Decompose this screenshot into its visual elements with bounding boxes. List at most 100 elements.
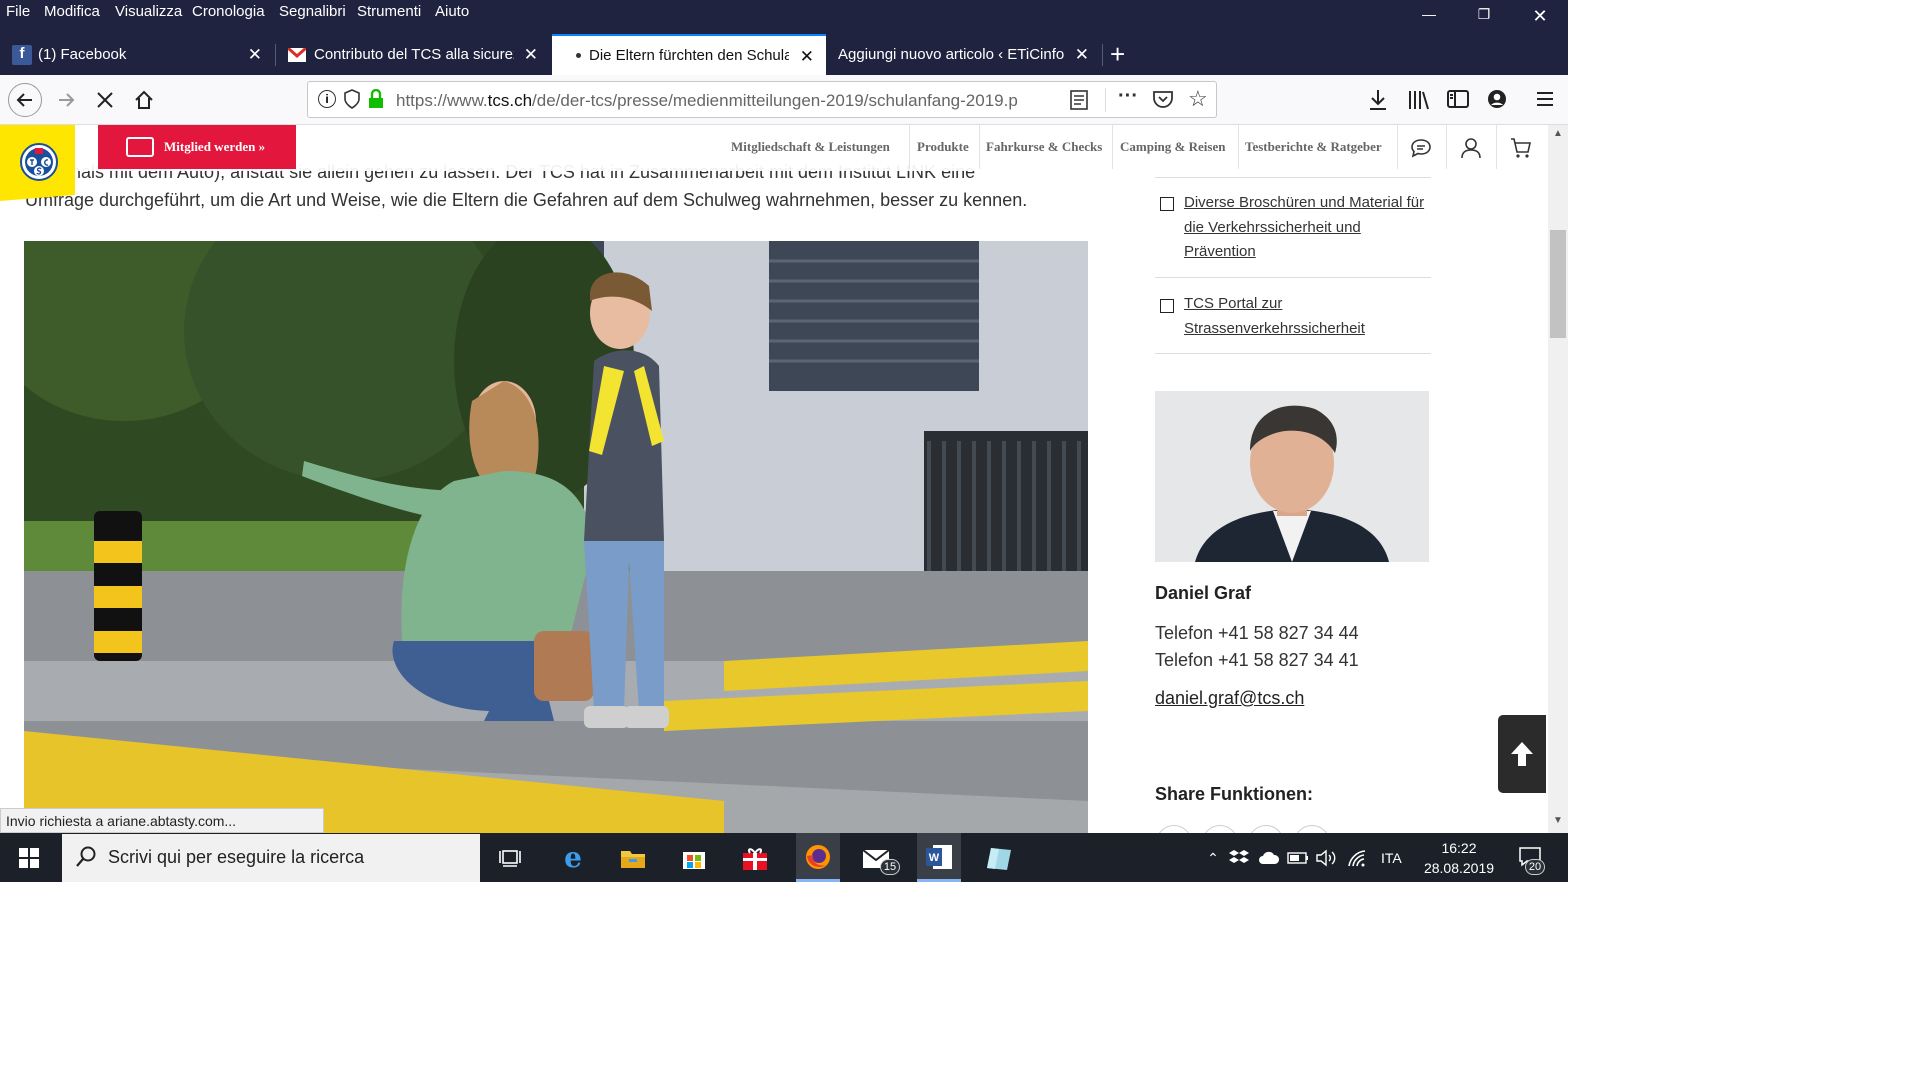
windows-taskbar: Scrivi qui per eseguire la ricerca e 15 …	[0, 833, 1568, 882]
navigation-toolbar: i https://www.tcs.ch/de/der-tcs/presse/m…	[0, 75, 1568, 125]
scroll-up-icon[interactable]: ▲	[1553, 128, 1563, 139]
share-button[interactable]	[1248, 825, 1284, 833]
link-brochures[interactable]: Diverse Broschüren und Material für die …	[1184, 191, 1432, 265]
mail-icon[interactable]: 15	[860, 841, 900, 875]
contact-phone[interactable]: Telefon +41 58 827 34 44	[1155, 623, 1359, 644]
url-prefix: https://www.	[396, 91, 488, 110]
scroll-down-icon[interactable]: ▼	[1553, 815, 1563, 826]
notification-badge: 20	[1525, 859, 1545, 875]
notifications-icon[interactable]: 20	[1513, 841, 1547, 875]
tab-eticinforma[interactable]: Aggiungi nuovo articolo ‹ ETiCinforma ✕	[826, 34, 1101, 75]
store-icon[interactable]	[677, 841, 711, 875]
tab-facebook[interactable]: f (1) Facebook ✕	[0, 34, 274, 75]
shield-icon[interactable]	[344, 89, 360, 114]
link-tcs-portal[interactable]: TCS Portal zur Strassenverkehrssicherhei…	[1184, 292, 1384, 341]
nav-camping[interactable]: Camping & Reisen	[1120, 139, 1225, 155]
nav-membership[interactable]: Mitgliedschaft & Leistungen	[731, 139, 890, 155]
gift-app-icon[interactable]	[738, 841, 772, 875]
contact-phone[interactable]: Telefon +41 58 827 34 41	[1155, 650, 1359, 671]
status-tooltip: Invio richiesta a ariane.abtasty.com...	[0, 808, 324, 833]
article-hero-image	[24, 241, 1088, 833]
share-button[interactable]	[1156, 825, 1192, 833]
tcs-logo[interactable]	[0, 125, 75, 201]
file-explorer-icon[interactable]	[616, 841, 650, 875]
lock-icon[interactable]	[368, 88, 384, 114]
mail-badge: 15	[880, 859, 900, 875]
more-actions-icon[interactable]: ···	[1118, 85, 1138, 108]
url-path: /de/der-tcs/presse/medienmitteilungen-20…	[532, 91, 1018, 110]
url-bar[interactable]: i https://www.tcs.ch/de/der-tcs/presse/m…	[307, 81, 1217, 118]
task-view-icon[interactable]	[493, 841, 527, 875]
home-icon[interactable]	[128, 84, 160, 116]
download-icon[interactable]	[1368, 89, 1388, 116]
back-to-top-button[interactable]	[1498, 715, 1546, 793]
tab-title: Aggiungi nuovo articolo ‹ ETiCinforma	[838, 46, 1064, 63]
member-button-label: Mitglied werden »	[164, 139, 266, 154]
tab-title: Die Eltern fürchten den Schulanfang	[589, 47, 789, 64]
chat-icon[interactable]	[1406, 133, 1436, 163]
minimize-button[interactable]: —	[1414, 6, 1444, 28]
language-indicator[interactable]: ITA	[1381, 850, 1402, 866]
contact-name: Daniel Graf	[1155, 583, 1252, 603]
new-tab-icon[interactable]: +	[1110, 39, 1125, 70]
stop-loading-icon[interactable]	[89, 84, 121, 116]
bookmark-star-icon[interactable]: ☆	[1188, 86, 1208, 112]
volume-icon[interactable]	[1310, 841, 1344, 875]
menu-tools[interactable]: Strumenti	[357, 3, 421, 20]
reader-view-icon[interactable]	[1070, 90, 1088, 115]
contact-photo	[1155, 391, 1429, 562]
external-link-icon	[1160, 299, 1174, 313]
firefox-icon[interactable]	[796, 833, 840, 882]
url-domain: tcs.ch	[487, 91, 533, 110]
share-button[interactable]	[1294, 825, 1330, 833]
back-button[interactable]	[8, 83, 42, 117]
windows-start-icon[interactable]	[12, 841, 46, 875]
taskbar-clock[interactable]: 16:22 28.08.2019	[1420, 838, 1498, 878]
close-icon[interactable]: ✕	[1075, 45, 1089, 65]
menu-edit[interactable]: Modifica	[44, 3, 100, 20]
scroll-thumb[interactable]	[1550, 230, 1566, 338]
contact-email-link[interactable]: daniel.graf@tcs.ch	[1155, 688, 1304, 709]
menu-help[interactable]: Aiuto	[435, 3, 469, 20]
nav-products[interactable]: Produkte	[917, 139, 969, 155]
vertical-scrollbar[interactable]: ▲ ▼	[1548, 125, 1568, 833]
menu-bookmarks[interactable]: Segnalibri	[279, 3, 346, 20]
member-card-icon	[126, 137, 154, 157]
facebook-icon: f	[12, 44, 32, 65]
become-member-button[interactable]: Mitglied werden »	[98, 125, 296, 169]
taskbar-search-input[interactable]: Scrivi qui per eseguire la ricerca	[62, 834, 480, 882]
menu-view[interactable]: Visualizza	[115, 3, 182, 20]
library-icon[interactable]	[1408, 89, 1430, 116]
tab-bar: f (1) Facebook ✕ Contributo del TCS alla…	[0, 34, 1568, 75]
share-heading: Share Funktionen:	[1155, 784, 1314, 804]
dropbox-icon[interactable]	[1222, 841, 1256, 875]
menu-file[interactable]: File	[6, 3, 30, 20]
word-icon[interactable]: W	[917, 833, 961, 882]
nav-tests[interactable]: Testberichte & Ratgeber	[1245, 139, 1382, 155]
site-header: Mitglied werden » Mitgliedschaft & Leist…	[0, 125, 1548, 171]
info-icon[interactable]: i	[318, 90, 336, 108]
account-icon[interactable]	[1487, 89, 1507, 114]
sidebar-toggle-icon[interactable]	[1447, 89, 1469, 114]
restore-button[interactable]: ❐	[1469, 6, 1499, 28]
glass-app-icon[interactable]	[982, 841, 1016, 875]
close-icon[interactable]: ✕	[800, 47, 814, 67]
close-window-button[interactable]: ✕	[1525, 6, 1555, 28]
search-icon	[76, 846, 96, 873]
forward-button[interactable]	[50, 84, 82, 116]
pocket-icon[interactable]	[1153, 90, 1173, 113]
nav-driving-courses[interactable]: Fahrkurse & Checks	[986, 139, 1102, 155]
wifi-icon[interactable]	[1341, 841, 1375, 875]
url-text[interactable]: https://www.tcs.ch/de/der-tcs/presse/med…	[396, 91, 1026, 111]
user-icon[interactable]	[1456, 133, 1486, 163]
cart-icon[interactable]	[1506, 133, 1536, 163]
close-icon[interactable]: ✕	[248, 45, 262, 65]
menu-history[interactable]: Cronologia	[192, 3, 265, 20]
share-button[interactable]	[1202, 825, 1238, 833]
tab-gmail[interactable]: Contributo del TCS alla sicurezza ✕	[276, 34, 550, 75]
hamburger-menu-icon[interactable]	[1536, 90, 1554, 113]
tab-tcs-article[interactable]: Die Eltern fürchten den Schulanfang ✕	[552, 34, 826, 75]
close-icon[interactable]: ✕	[524, 45, 538, 65]
svg-text:W: W	[929, 852, 940, 864]
edge-browser-icon[interactable]: e	[556, 841, 590, 875]
